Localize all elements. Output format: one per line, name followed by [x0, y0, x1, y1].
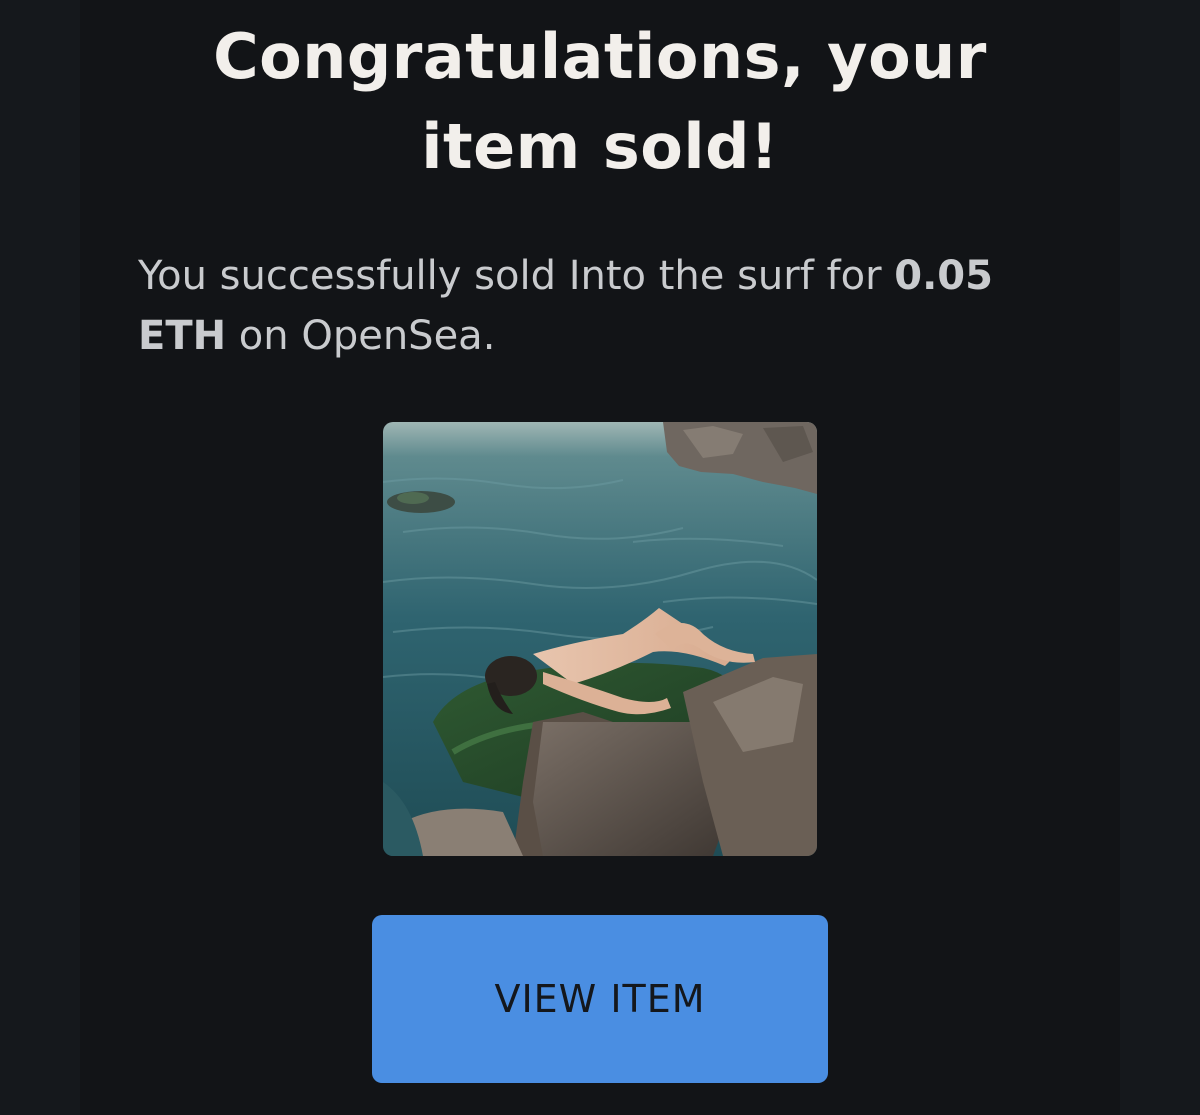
left-margin-panel	[0, 0, 80, 1115]
headline-line-1: Congratulations, your	[213, 20, 987, 93]
email-body: Congratulations, your item sold! You suc…	[80, 0, 1120, 1115]
item-name: Into the surf	[568, 253, 814, 299]
view-item-button[interactable]: VIEW ITEM	[372, 915, 828, 1083]
right-margin-panel	[1120, 0, 1200, 1115]
message-for: for	[813, 253, 895, 299]
page-title: Congratulations, your item sold!	[80, 12, 1120, 192]
message-outro: on OpenSea.	[226, 313, 496, 359]
message-intro: You successfully sold	[138, 253, 569, 299]
sale-message: You successfully sold Into the surf for …	[138, 246, 1048, 366]
headline-line-2: item sold!	[421, 110, 779, 183]
item-photo-illustration	[383, 422, 817, 856]
item-photo[interactable]	[383, 422, 817, 856]
